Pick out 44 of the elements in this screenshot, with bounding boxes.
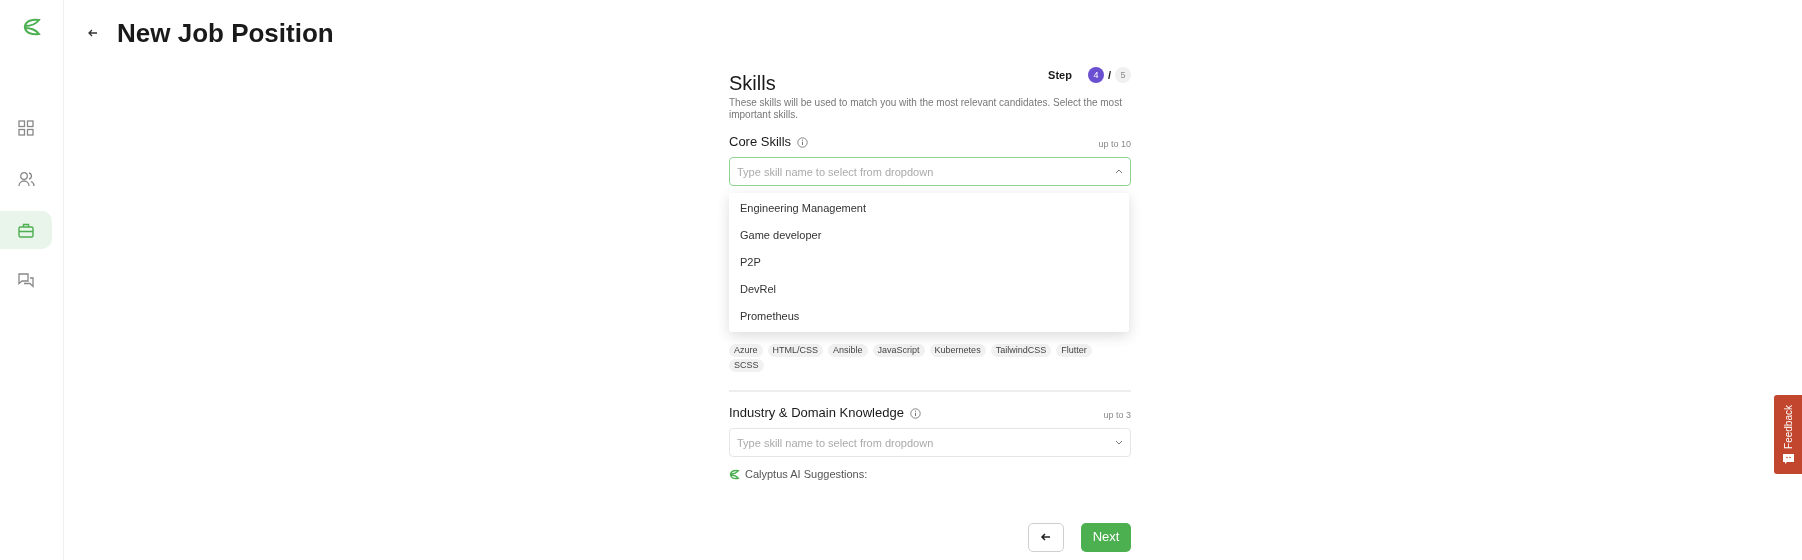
skill-chip[interactable]: Flutter — [1056, 344, 1092, 357]
limit-label: up to 3 — [1103, 408, 1131, 422]
back-arrow-icon — [87, 27, 99, 39]
limit-label: up to 10 — [1098, 137, 1131, 151]
dropdown-option[interactable]: Prometheus — [729, 303, 1129, 330]
info-icon — [909, 407, 921, 419]
skill-chip[interactable]: Azure — [729, 344, 763, 357]
feedback-tab[interactable]: Feedback — [1774, 395, 1802, 474]
section-title: Skills — [729, 71, 776, 96]
logo-icon[interactable] — [21, 17, 42, 37]
step-number: 4 — [1087, 67, 1104, 84]
skill-chip[interactable]: Ansible — [828, 344, 868, 357]
skill-chip[interactable]: Kubernetes — [929, 344, 986, 357]
chat-icon — [18, 273, 34, 289]
skill-chip[interactable]: JavaScript — [872, 344, 925, 357]
step-label: Step — [1048, 68, 1072, 83]
chevron-icon — [1115, 169, 1123, 174]
sidebar-item[interactable] — [0, 211, 52, 249]
field-label: Industry & Domain Knowledge — [729, 404, 904, 422]
chat-face-icon — [1782, 454, 1794, 465]
dropdown-option[interactable]: Game developer — [729, 222, 1129, 249]
grid-icon — [18, 120, 34, 136]
skill-chip[interactable]: HTML/CSS — [767, 344, 824, 357]
info-icon — [797, 136, 809, 148]
chevron-icon — [1115, 440, 1123, 445]
suggestions-label: Calyptus AI Suggestions: — [745, 467, 868, 482]
page-title: New Job Position — [117, 17, 334, 49]
skill-chip[interactable]: TailwindCSS — [990, 344, 1052, 357]
step-separator: / — [1107, 68, 1111, 83]
dropdown-option[interactable]: P2P — [729, 249, 1129, 276]
ai-logo-icon — [729, 468, 740, 480]
previous-button[interactable] — [1028, 522, 1064, 552]
back-arrow-icon — [1040, 531, 1052, 543]
briefcase-icon — [18, 222, 34, 238]
dropdown-option[interactable]: Engineering Management — [729, 195, 1129, 222]
feedback-label: Feedback — [1781, 404, 1795, 449]
people-icon — [17, 171, 35, 187]
skill-chip[interactable]: SCSS — [729, 359, 764, 372]
skill-select-field[interactable]: Type skill name to select from dropdown — [729, 428, 1131, 457]
field-label: Core Skills — [729, 133, 792, 151]
skill-select-field[interactable]: Type skill name to select from dropdown — [729, 157, 1131, 186]
step-number: 5 — [1115, 67, 1131, 84]
dropdown-option[interactable]: DevRel — [729, 276, 1129, 303]
description: These skills will be used to match you with the most relevant candidates. Select the most important skills. — [729, 97, 1123, 121]
